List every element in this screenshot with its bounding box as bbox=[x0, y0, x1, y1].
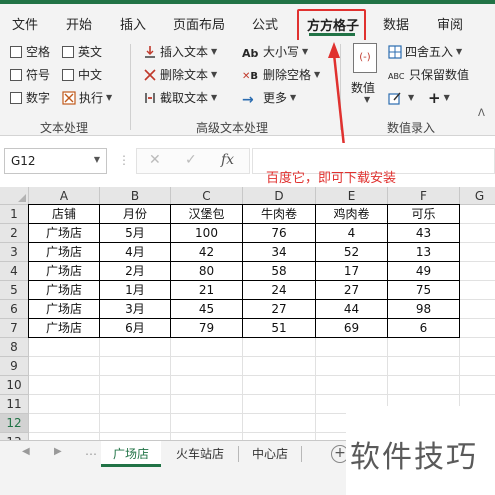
row-header-5[interactable]: 5 bbox=[0, 281, 29, 300]
table-cell[interactable]: 76 bbox=[243, 224, 315, 243]
tab-divider bbox=[301, 446, 302, 462]
table-header-cell[interactable]: 鸡肉卷 bbox=[316, 205, 387, 224]
row-header-6[interactable]: 6 bbox=[0, 300, 29, 319]
table-cell[interactable]: 79 bbox=[171, 319, 242, 338]
table-cell[interactable]: 24 bbox=[243, 281, 315, 300]
table-cell[interactable]: 58 bbox=[243, 262, 315, 281]
row-header-11[interactable]: 11 bbox=[0, 395, 29, 414]
name-box[interactable]: G12 ▼ bbox=[4, 148, 107, 174]
insert-function-icon[interactable]: fx bbox=[221, 152, 234, 168]
confirm-icon[interactable]: ✓ bbox=[185, 152, 197, 168]
table-cell[interactable]: 广场店 bbox=[29, 319, 99, 338]
column-header-c[interactable]: C bbox=[171, 187, 243, 205]
row-header-7[interactable]: 7 bbox=[0, 319, 29, 338]
chevron-down-icon: ▼ bbox=[93, 155, 100, 164]
table-cell[interactable]: 13 bbox=[388, 243, 459, 262]
spreadsheet-grid[interactable]: ABCDEFG12345678910111213店铺月份汉堡包牛肉卷鸡肉卷可乐广… bbox=[0, 187, 495, 440]
table-header-cell[interactable]: 月份 bbox=[100, 205, 170, 224]
table-cell[interactable]: 广场店 bbox=[29, 262, 99, 281]
table-cell[interactable]: 21 bbox=[171, 281, 242, 300]
table-cell[interactable]: 80 bbox=[171, 262, 242, 281]
table-cell[interactable]: 27 bbox=[243, 300, 315, 319]
row-header-1[interactable]: 1 bbox=[0, 205, 29, 224]
gridline bbox=[29, 394, 495, 395]
row-header-12[interactable]: 12 bbox=[0, 414, 29, 433]
table-cell[interactable]: 42 bbox=[171, 243, 242, 262]
column-header-a[interactable]: A bbox=[29, 187, 100, 205]
tab-divider bbox=[238, 446, 239, 462]
sheet-tab-huochezhan[interactable]: 火车站店 bbox=[165, 441, 235, 467]
table-cell[interactable]: 45 bbox=[171, 300, 242, 319]
table-cell[interactable]: 6月 bbox=[100, 319, 170, 338]
table-cell[interactable]: 1月 bbox=[100, 281, 170, 300]
table-cell[interactable]: 广场店 bbox=[29, 281, 99, 300]
table-header-cell[interactable]: 牛肉卷 bbox=[243, 205, 315, 224]
cancel-icon[interactable]: ✕ bbox=[149, 152, 161, 168]
row-header-8[interactable]: 8 bbox=[0, 338, 29, 357]
row-header-3[interactable]: 3 bbox=[0, 243, 29, 262]
table-cell[interactable]: 4 bbox=[316, 224, 387, 243]
table-cell[interactable]: 100 bbox=[171, 224, 242, 243]
table-cell[interactable]: 51 bbox=[243, 319, 315, 338]
more-dots-icon: ⋮ bbox=[118, 153, 130, 167]
more-sheets-icon[interactable]: … bbox=[85, 444, 97, 458]
gridline bbox=[29, 375, 495, 376]
row-header-2[interactable]: 2 bbox=[0, 224, 29, 243]
formula-buttons: ✕ ✓ fx bbox=[136, 148, 250, 174]
table-cell[interactable]: 5月 bbox=[100, 224, 170, 243]
table-cell[interactable]: 34 bbox=[243, 243, 315, 262]
table-cell[interactable]: 17 bbox=[316, 262, 387, 281]
table-cell[interactable]: 27 bbox=[316, 281, 387, 300]
row-header-13[interactable]: 13 bbox=[0, 433, 29, 440]
name-box-value: G12 bbox=[11, 154, 36, 168]
table-cell[interactable]: 广场店 bbox=[29, 243, 99, 262]
table-header-cell[interactable]: 可乐 bbox=[388, 205, 459, 224]
annotation-text: 百度它，即可下载安装 bbox=[266, 171, 397, 186]
column-header-e[interactable]: E bbox=[316, 187, 388, 205]
next-sheet-icon[interactable]: ▶ bbox=[54, 446, 62, 457]
row-header-4[interactable]: 4 bbox=[0, 262, 29, 281]
table-cell[interactable]: 3月 bbox=[100, 300, 170, 319]
table-header-cell[interactable]: 店铺 bbox=[29, 205, 99, 224]
row-header-9[interactable]: 9 bbox=[0, 357, 29, 376]
table-cell[interactable]: 52 bbox=[316, 243, 387, 262]
table-cell[interactable]: 广场店 bbox=[29, 300, 99, 319]
column-header-b[interactable]: B bbox=[100, 187, 171, 205]
table-cell[interactable]: 98 bbox=[388, 300, 459, 319]
column-header-f[interactable]: F bbox=[388, 187, 460, 205]
table-cell[interactable]: 44 bbox=[316, 300, 387, 319]
table-cell[interactable]: 69 bbox=[316, 319, 387, 338]
gridline bbox=[29, 356, 495, 357]
table-cell[interactable]: 4月 bbox=[100, 243, 170, 262]
row-header-10[interactable]: 10 bbox=[0, 376, 29, 395]
table-cell[interactable]: 43 bbox=[388, 224, 459, 243]
sheet-tab-guangchang[interactable]: 广场店 bbox=[101, 441, 161, 467]
column-header-d[interactable]: D bbox=[243, 187, 316, 205]
column-header-g[interactable]: G bbox=[460, 187, 495, 205]
table-cell[interactable]: 49 bbox=[388, 262, 459, 281]
table-cell[interactable]: 6 bbox=[388, 319, 459, 338]
select-all-corner[interactable] bbox=[0, 187, 29, 205]
table-cell[interactable]: 2月 bbox=[100, 262, 170, 281]
table-header-cell[interactable]: 汉堡包 bbox=[171, 205, 242, 224]
sheet-tab-zhongxin[interactable]: 中心店 bbox=[242, 441, 298, 467]
watermark-text: 软件技巧 bbox=[350, 440, 478, 475]
table-cell[interactable]: 75 bbox=[388, 281, 459, 300]
prev-sheet-icon[interactable]: ◀ bbox=[22, 446, 30, 457]
formula-bar: G12 ▼ ⋮ ✕ ✓ fx bbox=[0, 143, 495, 179]
table-cell[interactable]: 广场店 bbox=[29, 224, 99, 243]
